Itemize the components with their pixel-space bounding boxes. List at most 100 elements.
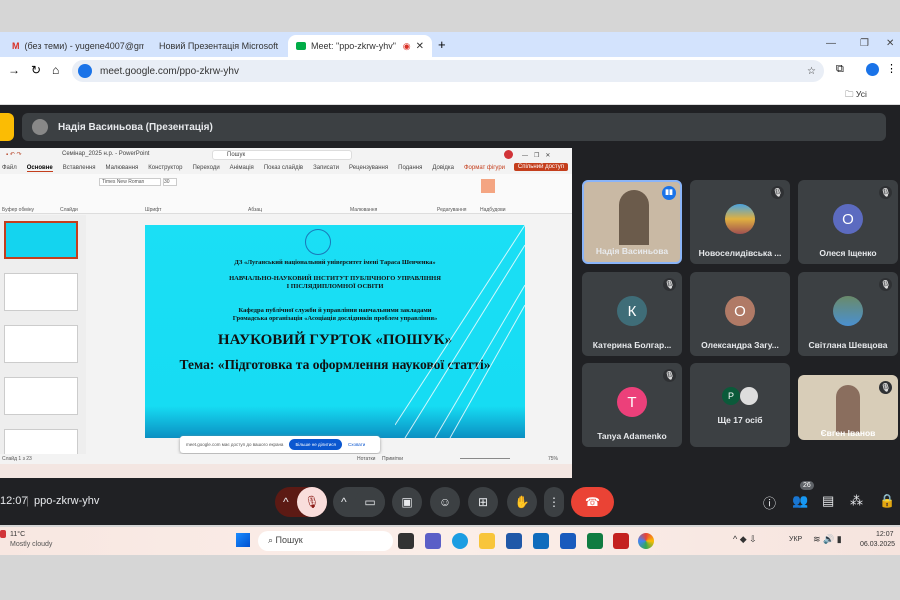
emoji-button[interactable]: ☺ xyxy=(430,487,460,517)
info-icon[interactable]: ⓘ xyxy=(763,493,776,512)
host-controls-icon[interactable]: 🔒 xyxy=(879,493,895,509)
zoom-slider[interactable] xyxy=(460,458,510,459)
site-info-icon[interactable] xyxy=(78,64,92,78)
url-input[interactable]: meet.google.com/ppo-zkrw-yhv ☆ xyxy=(72,60,824,82)
mic-off-button[interactable]: 🎙 xyxy=(297,487,327,517)
leave-call-button[interactable]: ☎ xyxy=(571,487,614,517)
slide-canvas[interactable]: ДЗ «Луганський національний університет … xyxy=(145,225,525,438)
gmail-icon: M xyxy=(12,41,20,51)
save-icon[interactable]: ▪ ↶ ↷ xyxy=(6,151,22,158)
tab-presentation[interactable]: Новий Презентація Microsoft✕ xyxy=(146,35,284,57)
participant-tile[interactable]: 🎙 Євген Іванов xyxy=(798,375,898,440)
menu-icon[interactable]: ⋮ xyxy=(886,62,897,75)
thumbnail-slide-3[interactable] xyxy=(4,325,78,363)
tray-icons[interactable]: ^ ◆ ⇩ xyxy=(733,534,757,545)
recording-icon: ◉ xyxy=(402,40,411,51)
address-bar-row: → ↻ ⌂ meet.google.com/ppo-zkrw-yhv ☆ ⧉ ⋮ xyxy=(0,57,900,85)
screen-share-notice: meet.google.com має доступ до вашого екр… xyxy=(180,436,380,453)
network-sound-battery-icons[interactable]: ≋ 🔊 ▮ xyxy=(813,534,842,545)
participant-tile[interactable]: ▮▮ Надія Васиньова xyxy=(582,180,682,264)
word-icon[interactable] xyxy=(560,533,576,549)
bookmark-star-icon[interactable]: ☆ xyxy=(807,66,816,77)
thumbnail-slide-1[interactable] xyxy=(4,221,78,259)
participant-avatar xyxy=(833,296,863,326)
minimize-button[interactable]: — xyxy=(826,38,836,49)
meeting-controls: 12:07 | ppo-zkrw-yhv ^ 🎙 ^ ▭ ▣ ☺ ⊞ ✋ ⋮ ☎… xyxy=(0,481,900,523)
university-logo xyxy=(305,229,331,255)
new-tab-button[interactable]: + xyxy=(438,37,446,52)
participant-tile[interactable]: 🎙 Світлана Шевцова xyxy=(798,272,898,356)
meeting-code: ppo-zkrw-yhv xyxy=(34,495,100,507)
close-tab-icon[interactable]: ✕ xyxy=(416,41,424,52)
remote-taskbar xyxy=(0,464,572,478)
taskbar-search[interactable]: ⌕ Пошук xyxy=(258,531,393,551)
participant-tile[interactable]: О Олександра Загу... xyxy=(690,272,790,356)
close-tab-icon[interactable]: ✕ xyxy=(283,41,284,52)
tab-gmail[interactable]: M (без теми) - yugene4007@gma✕ xyxy=(4,35,144,57)
addins-icon[interactable] xyxy=(481,179,495,193)
presenter-avatar xyxy=(32,119,48,135)
activities-icon[interactable]: ⁂ xyxy=(850,493,863,509)
participant-avatar: P xyxy=(722,387,740,405)
participant-avatar xyxy=(725,204,755,234)
participant-tile[interactable]: 🎙 T Tanya Adamenko xyxy=(582,363,682,447)
reload-icon[interactable]: ↻ xyxy=(31,63,41,77)
task-view-icon[interactable] xyxy=(398,533,414,549)
participants-count-badge: 26 xyxy=(800,481,814,490)
mic-off-icon: 🎙 xyxy=(879,278,892,291)
meet-window: Надія Васиньова (Презентація) ▪ ↶ ↷ Семі… xyxy=(0,105,900,525)
participant-tile[interactable]: 🎙 К Катерина Болгар... xyxy=(582,272,682,356)
participant-tile[interactable]: 🎙 О Олеся Іщенко xyxy=(798,180,898,264)
home-icon[interactable]: ⌂ xyxy=(52,63,59,77)
participant-video xyxy=(836,385,860,433)
profile-avatar[interactable] xyxy=(866,63,879,76)
participant-avatar: О xyxy=(833,204,863,234)
close-window-button[interactable]: ✕ xyxy=(886,38,894,49)
share-button[interactable]: Спільний доступ xyxy=(513,163,568,171)
shared-screen-powerpoint: ▪ ↶ ↷ Семінар_2025 н.р. - PowerPoint Пош… xyxy=(0,148,572,478)
mic-off-icon: 🎙 xyxy=(663,278,676,291)
stop-sharing-button[interactable]: Більше не ділитися xyxy=(289,439,342,450)
more-options-button[interactable]: ⋮ xyxy=(544,487,564,517)
captions-button[interactable]: ▣ xyxy=(392,487,422,517)
participant-tile[interactable]: 🎙 Новоселидівська ... xyxy=(690,180,790,264)
camera-button[interactable]: ▭ xyxy=(355,487,385,517)
participant-avatar xyxy=(740,387,758,405)
ribbon: Times New Roman 30 Буфер обміну Слайди Ш… xyxy=(0,174,572,214)
participant-avatar: T xyxy=(617,387,647,417)
chat-icon[interactable]: ▤ xyxy=(822,493,834,509)
present-button[interactable]: ⊞ xyxy=(468,487,498,517)
restore-button[interactable]: ❐ xyxy=(860,38,869,49)
window-controls[interactable]: — ❐ ✕ xyxy=(522,150,550,159)
excel-icon[interactable] xyxy=(587,533,603,549)
font-size-select[interactable]: 30 xyxy=(163,178,177,186)
extensions-icon[interactable]: ⧉ xyxy=(836,63,844,76)
more-participants-tile[interactable]: P Ще 17 осіб xyxy=(690,363,790,447)
file-explorer-icon[interactable] xyxy=(479,533,495,549)
pdf-icon[interactable] xyxy=(613,533,629,549)
ppt-status-bar: Слайд 1 з 23 Нотатки Примітки 75% xyxy=(0,454,572,464)
edge-icon[interactable] xyxy=(452,533,468,549)
thumbnail-slide-2[interactable] xyxy=(4,273,78,311)
start-button[interactable] xyxy=(236,533,250,547)
chrome-icon[interactable] xyxy=(638,533,654,549)
hide-button[interactable]: Сховати xyxy=(348,442,365,447)
mic-off-icon: 🎙 xyxy=(879,381,892,394)
weather-alert-icon xyxy=(0,530,6,538)
browser-tab-strip: M (без теми) - yugene4007@gma✕ Новий Пре… xyxy=(0,32,900,57)
forward-icon[interactable]: → xyxy=(8,63,20,77)
speaking-indicator-icon: ▮▮ xyxy=(662,186,676,200)
store-icon[interactable] xyxy=(506,533,522,549)
thumbnail-slide-4[interactable] xyxy=(4,377,78,415)
presentation-icon xyxy=(0,113,14,141)
teams-icon[interactable] xyxy=(425,533,441,549)
people-icon[interactable]: 👥 xyxy=(792,493,808,509)
raise-hand-button[interactable]: ✋ xyxy=(507,487,537,517)
mic-off-icon: 🎙 xyxy=(879,186,892,199)
tab-meet[interactable]: Meet: "ppo-zkrw-yhv" ◉ ✕ xyxy=(288,35,432,57)
ribbon-tabs: Файл Основне Вставлення Малювання Констр… xyxy=(0,162,572,174)
outlook-icon[interactable] xyxy=(533,533,549,549)
font-select[interactable]: Times New Roman xyxy=(99,178,161,186)
ppt-search-input[interactable]: Пошук xyxy=(212,150,352,160)
participant-video xyxy=(619,190,649,245)
